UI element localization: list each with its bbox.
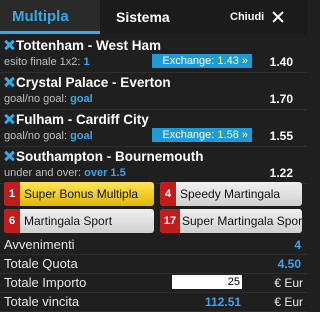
totals-panel: Avvenimenti 4 Totale Quota 4.50 Totale I… <box>0 236 307 312</box>
bonus-number: 17 <box>160 209 180 233</box>
totals-row-quota: Totale Quota 4.50 <box>0 255 307 274</box>
bonus-label: Martingala Sport <box>24 214 113 228</box>
bet-row: Crystal Palace - Everton goal/no goal: g… <box>0 73 307 110</box>
importo-currency: € Eur <box>274 276 303 290</box>
market-text: under and over: over 1.5 <box>4 167 126 179</box>
match-name: Tottenham - West Ham <box>16 38 162 53</box>
market-text: goal/no goal: goal <box>4 130 93 142</box>
totals-row-importo: Totale Importo € Eur <box>0 274 307 293</box>
bet-odds: 1.70 <box>269 92 293 106</box>
bonus-number: 4 <box>160 182 176 206</box>
bonus-label: Super Bonus Multipla <box>24 187 139 201</box>
remove-bet-icon[interactable] <box>4 151 14 161</box>
market-text: goal/no goal: goal <box>4 93 93 105</box>
bet-odds: 1.55 <box>269 129 293 143</box>
selection: over 1.5 <box>84 167 126 179</box>
bet-row: Tottenham - West Ham esito finale 1x2: 1… <box>0 36 307 73</box>
tab-sistema[interactable]: Sistema <box>116 0 170 34</box>
bet-row: Southampton - Bournemouth under and over… <box>0 147 307 184</box>
tab-multipla[interactable]: Multipla <box>0 0 100 34</box>
exchange-button[interactable]: Exchange: 1.43 » <box>152 54 252 68</box>
bonus-super-martingala-sport[interactable]: 17 Super Martingala Sport <box>160 209 302 233</box>
bet-odds: 1.40 <box>269 55 293 69</box>
avvenimenti-label: Avvenimenti <box>4 237 75 252</box>
bonus-number: 6 <box>4 209 20 233</box>
bonus-label: Super Martingala Sport <box>182 214 302 228</box>
bet-list: Tottenham - West Ham esito finale 1x2: 1… <box>0 36 307 184</box>
quota-value: 4.50 <box>277 257 301 271</box>
match-name: Crystal Palace - Everton <box>16 75 171 90</box>
vincita-currency: € Eur <box>274 295 303 309</box>
close-icon[interactable] <box>272 11 284 23</box>
selection: 1 <box>83 56 90 68</box>
bonus-number: 1 <box>4 182 20 206</box>
bet-odds: 1.22 <box>269 166 293 180</box>
selection: goal <box>70 93 93 105</box>
bet-slip-tabs: Multipla Sistema Chiudi <box>0 0 307 34</box>
market-text: esito finale 1x2: 1 <box>4 56 90 68</box>
close-label: Chiudi <box>230 11 265 23</box>
importo-label: Totale Importo <box>4 275 87 290</box>
close-button[interactable]: Chiudi <box>230 8 284 26</box>
avvenimenti-value: 4 <box>294 238 301 252</box>
match-name: Southampton - Bournemouth <box>16 149 204 164</box>
remove-bet-icon[interactable] <box>4 40 14 50</box>
bonus-label: Speedy Martingala <box>180 187 281 201</box>
vincita-value: 112.51 <box>205 295 242 309</box>
bet-row: Fulham - Cardiff City goal/no goal: goal… <box>0 110 307 147</box>
vincita-label: Totale vincita <box>4 294 80 309</box>
stake-input[interactable] <box>172 275 242 289</box>
exchange-button[interactable]: Exchange: 1.58 » <box>152 128 252 142</box>
bonus-speedy-martingala[interactable]: 4 Speedy Martingala <box>160 182 302 206</box>
selection: goal <box>70 130 93 142</box>
remove-bet-icon[interactable] <box>4 77 14 87</box>
match-name: Fulham - Cardiff City <box>16 112 149 127</box>
bonus-super-bonus-multipla[interactable]: 1 Super Bonus Multipla <box>4 182 154 206</box>
quota-label: Totale Quota <box>4 256 78 271</box>
remove-bet-icon[interactable] <box>4 114 14 124</box>
bonus-martingala-sport[interactable]: 6 Martingala Sport <box>4 209 154 233</box>
totals-row-avvenimenti: Avvenimenti 4 <box>0 236 307 255</box>
totals-row-vincita: Totale vincita 112.51 € Eur <box>0 293 307 312</box>
exchange-odds: 1.58 » <box>217 129 248 141</box>
exchange-odds: 1.43 » <box>217 55 248 67</box>
